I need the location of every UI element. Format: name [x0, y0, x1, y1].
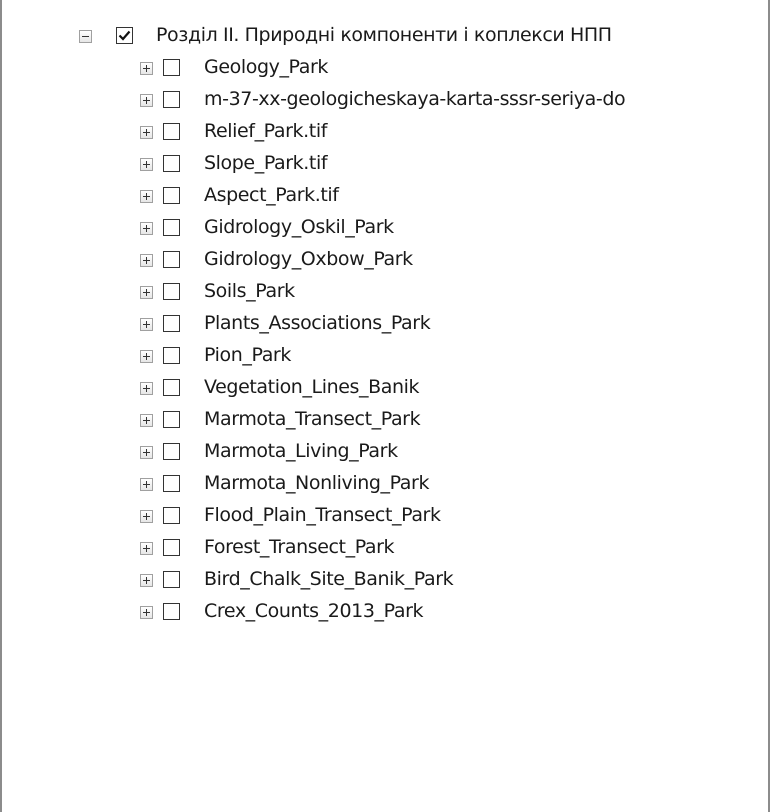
- layer-visibility-checkbox[interactable]: [163, 219, 180, 236]
- layer-row-gidrology-oxbow[interactable]: Gidrology_Oxbow_Park: [0, 246, 766, 278]
- layer-row-aspect-park[interactable]: Aspect_Park.tif: [0, 182, 766, 214]
- expand-plus-icon[interactable]: [140, 158, 153, 171]
- layer-row-geologicheskaya-karta[interactable]: m-37-xx-geologicheskaya-karta-sssr-seriy…: [0, 86, 766, 118]
- layer-row-forest-transect[interactable]: Forest_Transect_Park: [0, 534, 766, 566]
- layer-visibility-checkbox[interactable]: [163, 603, 180, 620]
- layer-row-geology-park[interactable]: Geology_Park: [0, 54, 766, 86]
- expand-plus-icon[interactable]: [140, 574, 153, 587]
- layer-label[interactable]: Gidrology_Oskil_Park: [204, 216, 394, 238]
- layer-label[interactable]: Slope_Park.tif: [204, 152, 328, 174]
- expand-plus-icon[interactable]: [140, 222, 153, 235]
- table-of-contents-tree: Розділ ІІ. Природні компоненти і коплекс…: [0, 22, 766, 630]
- layer-label[interactable]: Aspect_Park.tif: [204, 184, 339, 206]
- layer-visibility-checkbox[interactable]: [163, 187, 180, 204]
- expand-plus-icon[interactable]: [140, 286, 153, 299]
- layer-visibility-checkbox[interactable]: [163, 59, 180, 76]
- layer-visibility-checkbox[interactable]: [163, 571, 180, 588]
- layer-row-crex-counts[interactable]: Crex_Counts_2013_Park: [0, 598, 766, 630]
- group-visibility-checkbox[interactable]: [116, 27, 133, 44]
- expand-plus-icon[interactable]: [140, 254, 153, 267]
- layer-label[interactable]: Marmota_Nonliving_Park: [204, 472, 429, 494]
- expand-plus-icon[interactable]: [140, 94, 153, 107]
- layer-visibility-checkbox[interactable]: [163, 379, 180, 396]
- layer-label[interactable]: Plants_Associations_Park: [204, 312, 431, 334]
- layer-row-gidrology-oskil[interactable]: Gidrology_Oskil_Park: [0, 214, 766, 246]
- layer-visibility-checkbox[interactable]: [163, 507, 180, 524]
- layer-label[interactable]: m-37-xx-geologicheskaya-karta-sssr-seriy…: [204, 88, 626, 110]
- expand-plus-icon[interactable]: [140, 382, 153, 395]
- expand-plus-icon[interactable]: [140, 542, 153, 555]
- layer-row-bird-chalk-site[interactable]: Bird_Chalk_Site_Banik_Park: [0, 566, 766, 598]
- layer-visibility-checkbox[interactable]: [163, 155, 180, 172]
- layer-label[interactable]: Relief_Park.tif: [204, 120, 327, 142]
- layer-row-slope-park[interactable]: Slope_Park.tif: [0, 150, 766, 182]
- group-layer-row[interactable]: Розділ ІІ. Природні компоненти і коплекс…: [0, 22, 766, 54]
- layer-row-plants-associations[interactable]: Plants_Associations_Park: [0, 310, 766, 342]
- layer-row-flood-plain-transect[interactable]: Flood_Plain_Transect_Park: [0, 502, 766, 534]
- layer-row-marmota-living[interactable]: Marmota_Living_Park: [0, 438, 766, 470]
- group-layer-label[interactable]: Розділ ІІ. Природні компоненти і коплекс…: [156, 24, 612, 46]
- layer-row-relief-park[interactable]: Relief_Park.tif: [0, 118, 766, 150]
- expand-plus-icon[interactable]: [140, 478, 153, 491]
- layer-label[interactable]: Soils_Park: [204, 280, 295, 302]
- layer-visibility-checkbox[interactable]: [163, 443, 180, 460]
- layer-visibility-checkbox[interactable]: [163, 347, 180, 364]
- layer-label[interactable]: Bird_Chalk_Site_Banik_Park: [204, 568, 454, 590]
- layer-row-soils-park[interactable]: Soils_Park: [0, 278, 766, 310]
- layer-visibility-checkbox[interactable]: [163, 91, 180, 108]
- layer-label[interactable]: Marmota_Living_Park: [204, 440, 398, 462]
- expand-plus-icon[interactable]: [140, 414, 153, 427]
- expand-plus-icon[interactable]: [140, 126, 153, 139]
- layer-visibility-checkbox[interactable]: [163, 123, 180, 140]
- layer-label[interactable]: Geology_Park: [204, 56, 328, 78]
- layer-label[interactable]: Gidrology_Oxbow_Park: [204, 248, 413, 270]
- expand-plus-icon[interactable]: [140, 62, 153, 75]
- layer-label[interactable]: Flood_Plain_Transect_Park: [204, 504, 441, 526]
- checkmark-icon: [118, 30, 131, 41]
- layer-row-pion-park[interactable]: Pion_Park: [0, 342, 766, 374]
- layer-visibility-checkbox[interactable]: [163, 283, 180, 300]
- layer-visibility-checkbox[interactable]: [163, 411, 180, 428]
- layer-label[interactable]: Marmota_Transect_Park: [204, 408, 421, 430]
- layer-label[interactable]: Vegetation_Lines_Banik: [204, 376, 420, 398]
- panel-right-border: [768, 0, 770, 812]
- expand-plus-icon[interactable]: [140, 510, 153, 523]
- layer-row-marmota-transect[interactable]: Marmota_Transect_Park: [0, 406, 766, 438]
- layer-visibility-checkbox[interactable]: [163, 539, 180, 556]
- expand-plus-icon[interactable]: [140, 446, 153, 459]
- expand-plus-icon[interactable]: [140, 318, 153, 331]
- layer-row-vegetation-lines[interactable]: Vegetation_Lines_Banik: [0, 374, 766, 406]
- expand-plus-icon[interactable]: [140, 190, 153, 203]
- layer-visibility-checkbox[interactable]: [163, 475, 180, 492]
- collapse-minus-icon[interactable]: [79, 30, 92, 43]
- layer-visibility-checkbox[interactable]: [163, 251, 180, 268]
- layer-label[interactable]: Pion_Park: [204, 344, 291, 366]
- layer-row-marmota-nonliving[interactable]: Marmota_Nonliving_Park: [0, 470, 766, 502]
- expand-plus-icon[interactable]: [140, 606, 153, 619]
- layer-label[interactable]: Forest_Transect_Park: [204, 536, 395, 558]
- layer-label[interactable]: Crex_Counts_2013_Park: [204, 600, 424, 622]
- layer-visibility-checkbox[interactable]: [163, 315, 180, 332]
- expand-plus-icon[interactable]: [140, 350, 153, 363]
